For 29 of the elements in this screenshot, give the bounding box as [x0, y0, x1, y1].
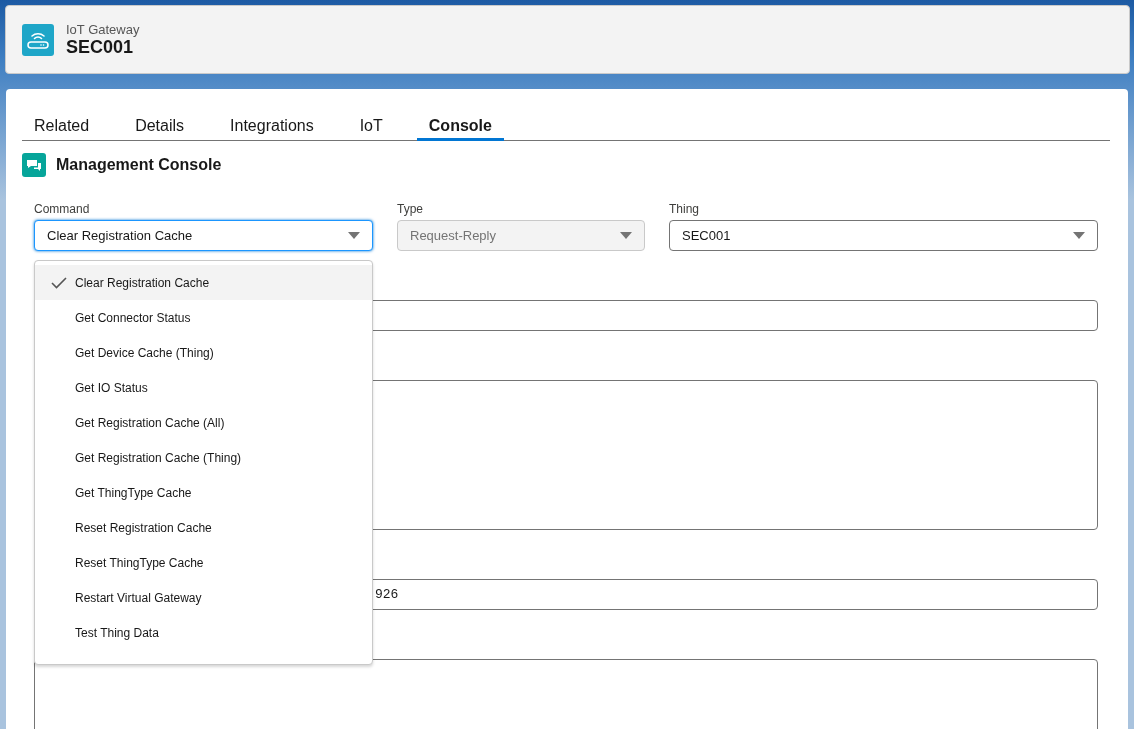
chat-icon [22, 153, 46, 177]
check-icon [51, 276, 67, 289]
section-title: Management Console [56, 156, 222, 174]
tab[interactable]: Integrations [218, 107, 326, 141]
menu-option[interactable]: Get IO Status [35, 370, 372, 405]
field-label: Command [34, 202, 91, 216]
tab[interactable]: Console [416, 107, 504, 141]
field-label: Type [397, 202, 424, 216]
select-field[interactable]: Clear Registration Cache [34, 220, 373, 251]
select-field[interactable]: SEC001 [669, 220, 1098, 251]
router-icon [22, 23, 54, 56]
record-name: SEC001 [66, 36, 134, 58]
caret-icon [1073, 231, 1085, 240]
menu-option[interactable]: Get Registration Cache (All) [35, 405, 372, 440]
tab[interactable]: Details [123, 107, 197, 141]
menu-option[interactable]: Get Device Cache (Thing) [35, 335, 372, 370]
caret-icon [620, 231, 632, 240]
menu-option[interactable]: Get Registration Cache (Thing) [35, 440, 372, 475]
field-label: Thing [669, 202, 701, 216]
menu-option[interactable]: Reset Registration Cache [35, 510, 372, 545]
menu-option[interactable]: Get Connector Status [35, 300, 372, 335]
tab[interactable]: Related [22, 107, 102, 141]
menu-option[interactable]: Test Thing Data [35, 615, 372, 650]
menu-option[interactable]: Clear Registration Cache [35, 265, 372, 300]
menu-option[interactable]: Get ThingType Cache [35, 475, 372, 510]
menu-option[interactable]: Reset ThingType Cache [35, 545, 372, 580]
tab[interactable]: IoT [347, 107, 395, 141]
caret-icon [348, 231, 360, 240]
object-type: IoT Gateway [66, 21, 140, 37]
